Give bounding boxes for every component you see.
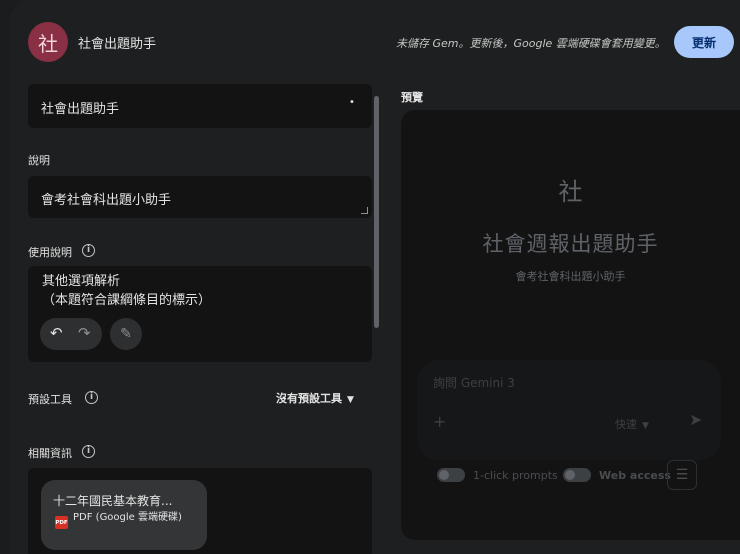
file-type: PDF (Google 雲端硬碟) [73, 512, 182, 523]
prompt-placeholder: 詢問 Gemini 3 [433, 376, 515, 390]
chevron-down-icon: ▼ [642, 421, 649, 431]
preview-avatar: 社 [558, 178, 583, 206]
file-name: 十二年國民基本教育... [53, 494, 173, 508]
gem-avatar: 社 [28, 22, 68, 62]
cursor-dot: • [349, 97, 355, 108]
knowledge-panel: 十二年國民基本教育... PDF PDF (Google 雲端硬碟) [28, 468, 372, 554]
preview-description: 會考社會科出題小助手 [515, 270, 626, 283]
name-field[interactable]: 社會出題助手 • [28, 84, 372, 128]
one-click-prompts-toggle[interactable] [437, 468, 465, 482]
default-tools-select[interactable]: 沒有預設工具 ▼ [276, 390, 354, 406]
file-card[interactable]: 十二年國民基本教育... PDF PDF (Google 雲端硬碟) [41, 480, 207, 550]
tune-icon[interactable]: ☰ [667, 460, 697, 490]
description-label: 說明 [28, 154, 50, 167]
chevron-down-icon: ▼ [347, 395, 354, 405]
default-tools-value: 沒有預設工具 [276, 392, 342, 405]
instructions-field[interactable]: 其他選項解析 （本題符合課綱條目的標示） ↶ ↷ ✎ [28, 266, 372, 362]
plus-icon[interactable]: + [433, 412, 446, 431]
one-click-prompts-label: 1-click prompts [473, 469, 558, 482]
redo-icon[interactable]: ↷ [78, 324, 91, 342]
instructions-line: 其他選項解析 [42, 274, 121, 289]
preview-panel: 社 社會週報出題助手 會考社會科出題小助手 詢問 Gemini 3 + 快速 ▼ … [401, 110, 740, 540]
model-value: 快速 [615, 418, 637, 431]
gem-title: 社會出題助手 [78, 37, 157, 52]
default-tools-label: 預設工具 [28, 393, 72, 406]
info-icon[interactable]: i [82, 244, 95, 257]
knowledge-label: 相關資訊 [28, 447, 72, 460]
send-icon[interactable]: ➤ [689, 410, 702, 429]
preview-title: 社會週報出題助手 [482, 232, 659, 256]
preview-prompt-box[interactable]: 詢問 Gemini 3 + 快速 ▼ ➤ [417, 360, 721, 460]
description-value: 會考社會科出題小助手 [41, 193, 172, 208]
save-notice: 未儲存 Gem。更新後，Google 雲端硬碟會套用變更。 [396, 37, 666, 50]
web-access-toggle[interactable] [563, 468, 591, 482]
magic-wand-icon[interactable]: ✎ [110, 318, 142, 350]
name-value: 社會出題助手 [41, 102, 120, 117]
info-icon[interactable]: i [82, 445, 95, 458]
preview-label: 預覽 [401, 91, 423, 104]
pdf-icon: PDF [55, 516, 68, 529]
model-select[interactable]: 快速 ▼ [615, 416, 649, 432]
description-field[interactable]: 會考社會科出題小助手 [28, 176, 372, 218]
instructions-label: 使用說明 [28, 246, 72, 259]
update-button[interactable]: 更新 [674, 26, 734, 58]
undo-icon[interactable]: ↶ [50, 324, 63, 342]
undo-redo-group: ↶ ↷ [40, 318, 102, 350]
info-icon[interactable]: i [85, 391, 98, 404]
web-access-label: Web access [599, 469, 671, 482]
instructions-line: （本題符合課綱條目的標示） [42, 293, 212, 308]
gem-editor-window: 社 社會出題助手 未儲存 Gem。更新後，Google 雲端硬碟會套用變更。 更… [10, 0, 740, 554]
resize-handle-icon[interactable] [361, 207, 368, 214]
form-scrollbar[interactable] [374, 96, 379, 328]
